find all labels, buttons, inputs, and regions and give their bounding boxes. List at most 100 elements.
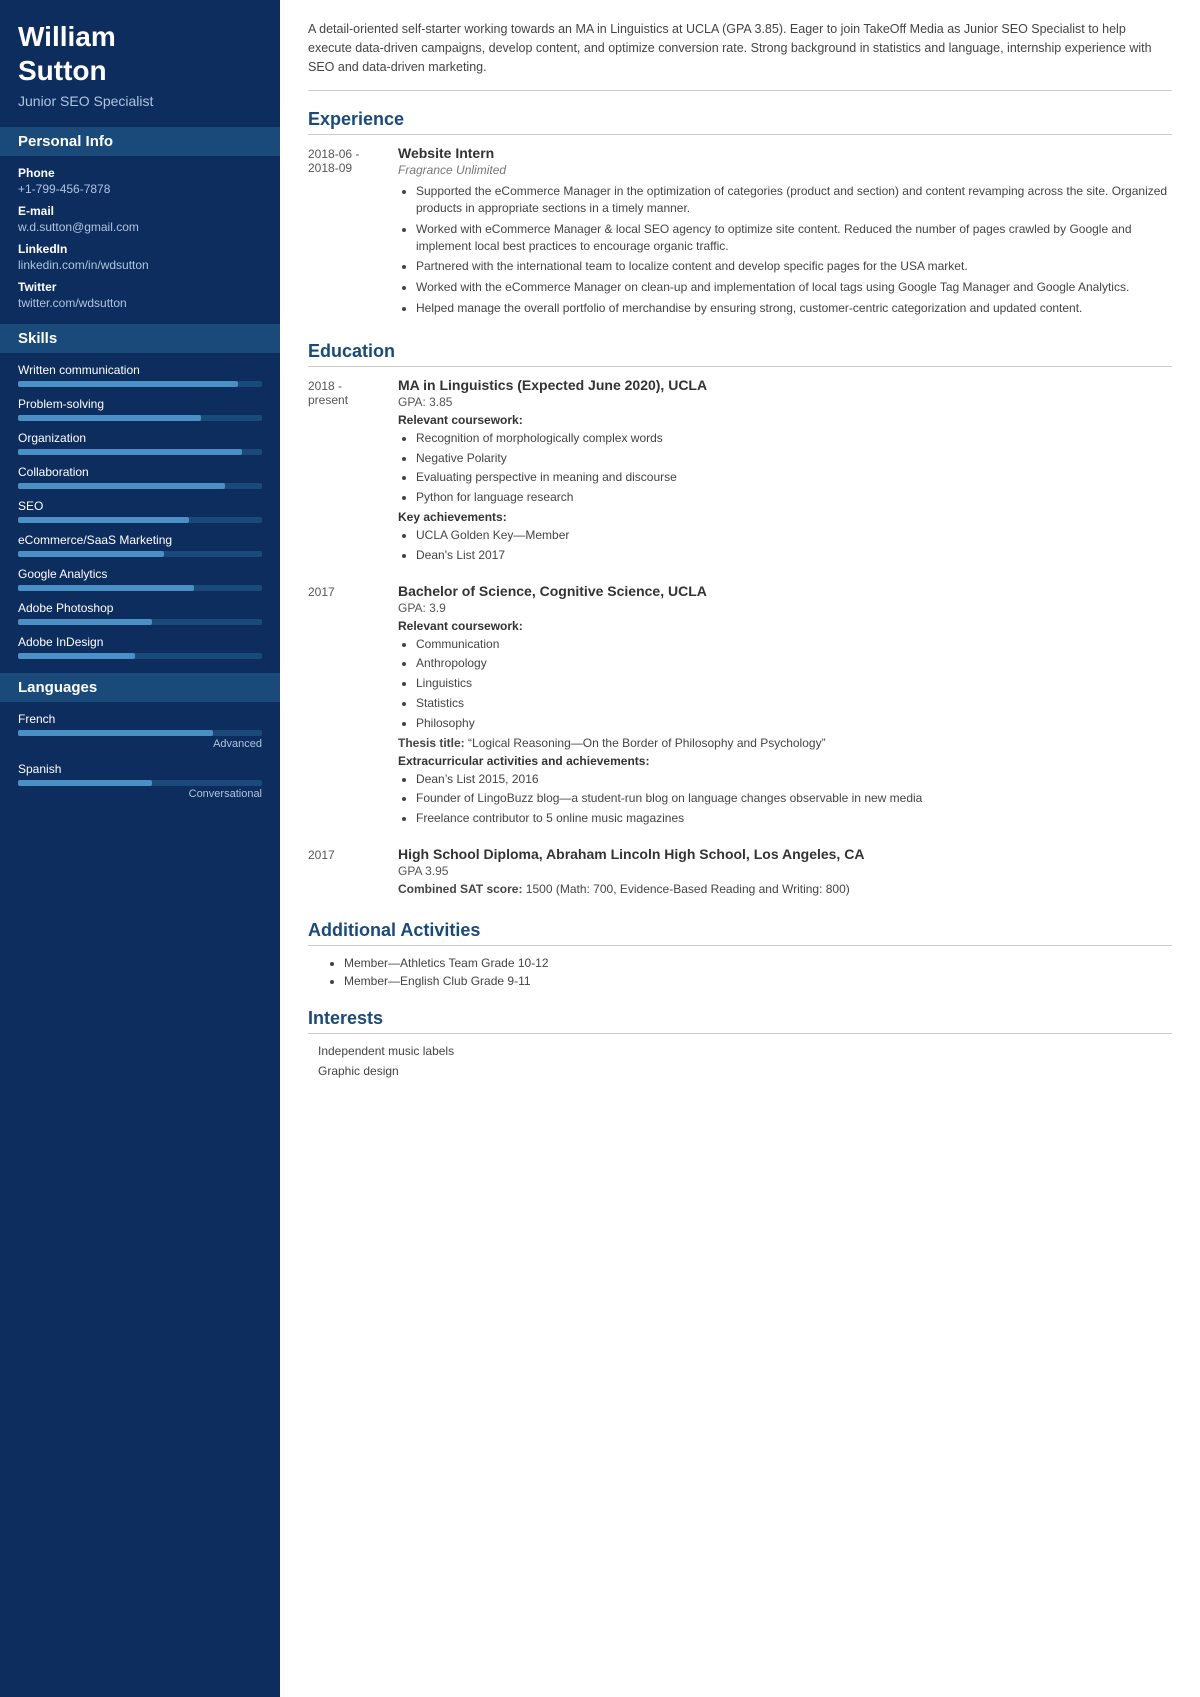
edu-extra-label: Extracurricular activities and achieveme… xyxy=(398,754,1172,768)
languages-header: Languages xyxy=(0,673,280,702)
skill-name: Adobe InDesign xyxy=(18,635,262,649)
skill-bar xyxy=(18,585,262,591)
skills-list: Written communication Problem-solving Or… xyxy=(18,363,262,659)
language-level: Advanced xyxy=(18,738,262,750)
edu-coursework-label: Relevant coursework: xyxy=(398,619,1172,633)
contact-linkedin: LinkedIn linkedin.com/in/wdsutton xyxy=(18,242,262,272)
skill-bar xyxy=(18,517,262,523)
email-label: E-mail xyxy=(18,204,262,218)
skill-bar xyxy=(18,483,262,489)
skill-item: Written communication xyxy=(18,363,262,387)
edu-date: 2017 xyxy=(308,846,398,900)
skill-item: Google Analytics xyxy=(18,567,262,591)
skill-name: SEO xyxy=(18,499,262,513)
edu-thesis: Thesis title: “Logical Reasoning—On the … xyxy=(398,736,1172,750)
interests-section: Interests Independent music labelsGraphi… xyxy=(308,1008,1172,1078)
exp-bullet: Worked with eCommerce Manager & local SE… xyxy=(416,221,1172,255)
skill-name: Written communication xyxy=(18,363,262,377)
education-header: Education xyxy=(308,341,1172,367)
skill-name: eCommerce/SaaS Marketing xyxy=(18,533,262,547)
edu-extra-list: Dean’s List 2015, 2016 Founder of LingoBu… xyxy=(398,771,1172,827)
skill-bar xyxy=(18,551,262,557)
education-section: Education 2018 -present MA in Linguistic… xyxy=(308,341,1172,900)
candidate-title: Junior SEO Specialist xyxy=(18,93,262,109)
skill-item: SEO xyxy=(18,499,262,523)
skill-bar-fill xyxy=(18,585,194,591)
edu-degree: High School Diploma, Abraham Lincoln Hig… xyxy=(398,846,1172,862)
language-level: Conversational xyxy=(18,788,262,800)
experience-header: Experience xyxy=(308,109,1172,135)
personal-info-header: Personal Info xyxy=(0,127,280,156)
phone-label: Phone xyxy=(18,166,262,180)
skill-bar-fill xyxy=(18,653,135,659)
edu-date: 2018 -present xyxy=(308,377,398,567)
edu-coursework-item: Evaluating perspective in meaning and di… xyxy=(416,469,1172,486)
edu-achievement-item: Dean's List 2017 xyxy=(416,547,1172,564)
experience-section: Experience 2018-06 -2018-09 Website Inte… xyxy=(308,109,1172,321)
additional-list: Member—Athletics Team Grade 10-12 Member—… xyxy=(308,956,1172,988)
interests-list: Independent music labelsGraphic design xyxy=(308,1044,1172,1078)
education-row: 2018 -present MA in Linguistics (Expecte… xyxy=(308,377,1172,567)
contact-email: E-mail w.d.sutton@gmail.com xyxy=(18,204,262,234)
skill-bar-fill xyxy=(18,449,242,455)
skill-name: Google Analytics xyxy=(18,567,262,581)
exp-bullet: Supported the eCommerce Manager in the o… xyxy=(416,183,1172,217)
edu-coursework-item: Recognition of morphologically complex w… xyxy=(416,430,1172,447)
contact-twitter: Twitter twitter.com/wdsutton xyxy=(18,280,262,310)
skill-item: Organization xyxy=(18,431,262,455)
skill-name: Organization xyxy=(18,431,262,445)
edu-coursework-item: Python for language research xyxy=(416,489,1172,506)
edu-coursework-item: Statistics xyxy=(416,695,1172,712)
education-row: 2017 High School Diploma, Abraham Lincol… xyxy=(308,846,1172,900)
interest-item: Independent music labels xyxy=(308,1044,1172,1058)
skill-bar-fill xyxy=(18,551,164,557)
skill-item: eCommerce/SaaS Marketing xyxy=(18,533,262,557)
additional-item: Member—English Club Grade 9-11 xyxy=(344,974,1172,988)
exp-bullets: Supported the eCommerce Manager in the o… xyxy=(398,183,1172,317)
edu-content: High School Diploma, Abraham Lincoln Hig… xyxy=(398,846,1172,900)
skill-bar-fill xyxy=(18,517,189,523)
experience-row: 2018-06 -2018-09 Website Intern Fragranc… xyxy=(308,145,1172,321)
edu-coursework-item: Philosophy xyxy=(416,715,1172,732)
edu-sat: Combined SAT score: 1500 (Math: 700, Evi… xyxy=(398,882,1172,896)
edu-coursework-list: Communication Anthropology Linguistics Stat… xyxy=(398,636,1172,732)
edu-coursework-item: Linguistics xyxy=(416,675,1172,692)
exp-content: Website Intern Fragrance Unlimited Suppo… xyxy=(398,145,1172,321)
language-item: Spanish Conversational xyxy=(18,762,262,800)
edu-achievements-label: Key achievements: xyxy=(398,510,1172,524)
additional-item: Member—Athletics Team Grade 10-12 xyxy=(344,956,1172,970)
education-list: 2018 -present MA in Linguistics (Expecte… xyxy=(308,377,1172,900)
edu-extra-item: Founder of LingoBuzz blog—a student-run … xyxy=(416,790,1172,807)
languages-list: French Advanced Spanish Conversational xyxy=(18,712,262,800)
exp-bullet: Partnered with the international team to… xyxy=(416,258,1172,275)
twitter-value: twitter.com/wdsutton xyxy=(18,296,262,310)
interests-header: Interests xyxy=(308,1008,1172,1034)
skill-bar xyxy=(18,619,262,625)
edu-degree: Bachelor of Science, Cognitive Science, … xyxy=(398,583,1172,599)
edu-degree: MA in Linguistics (Expected June 2020), … xyxy=(398,377,1172,393)
skill-item: Collaboration xyxy=(18,465,262,489)
linkedin-value: linkedin.com/in/wdsutton xyxy=(18,258,262,272)
skill-bar xyxy=(18,415,262,421)
skill-item: Problem-solving xyxy=(18,397,262,421)
edu-content: MA in Linguistics (Expected June 2020), … xyxy=(398,377,1172,567)
skill-bar-fill xyxy=(18,415,201,421)
edu-extra-item: Dean’s List 2015, 2016 xyxy=(416,771,1172,788)
edu-date: 2017 xyxy=(308,583,398,830)
skill-bar-fill xyxy=(18,619,152,625)
language-bar xyxy=(18,730,262,736)
skill-name: Problem-solving xyxy=(18,397,262,411)
edu-coursework-item: Communication xyxy=(416,636,1172,653)
language-name: French xyxy=(18,712,262,726)
edu-content: Bachelor of Science, Cognitive Science, … xyxy=(398,583,1172,830)
contact-phone: Phone +1-799-456-7878 xyxy=(18,166,262,196)
linkedin-label: LinkedIn xyxy=(18,242,262,256)
twitter-label: Twitter xyxy=(18,280,262,294)
candidate-name: WilliamSutton xyxy=(18,20,262,87)
exp-title: Website Intern xyxy=(398,145,1172,161)
edu-coursework-item: Anthropology xyxy=(416,655,1172,672)
language-bar-fill xyxy=(18,730,213,736)
edu-gpa: GPA 3.95 xyxy=(398,864,1172,878)
edu-gpa: GPA: 3.9 xyxy=(398,601,1172,615)
phone-value: +1-799-456-7878 xyxy=(18,182,262,196)
